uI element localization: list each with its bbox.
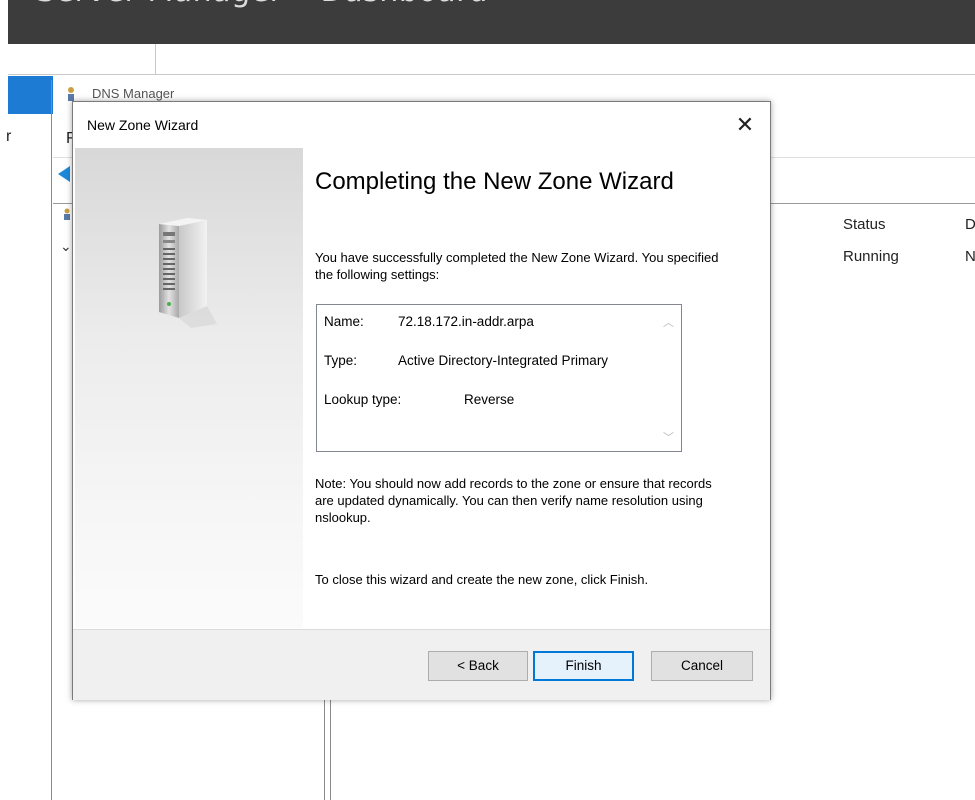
setting-type-row: Type: Active Directory-Integrated Primar… [324, 353, 608, 368]
dialog-title: New Zone Wizard [87, 117, 199, 133]
new-zone-wizard-dialog: New Zone Wizard ✕ Completing the New Zon… [72, 101, 771, 700]
dns-manager-title: DNS Manager [92, 86, 175, 101]
setting-value: 72.18.172.in-addr.arpa [398, 314, 534, 329]
setting-value: Reverse [464, 392, 515, 407]
server-manager-title: Server Manager • Dashboard [36, 0, 488, 9]
back-button[interactable]: < Back [428, 651, 528, 681]
partial-value: N [965, 248, 975, 265]
finish-button[interactable]: Finish [533, 651, 634, 681]
scroll-down-icon[interactable]: ﹀ [663, 429, 674, 445]
server-manager-titlebar: Server Manager • Dashboard [8, 0, 975, 44]
column-header-status[interactable]: Status [843, 216, 886, 233]
server-icon [159, 218, 217, 328]
setting-label: Type: [324, 353, 358, 368]
sidebar-selected-item[interactable] [8, 76, 53, 114]
divider [155, 44, 156, 75]
intro-text: You have successfully completed the New … [315, 250, 719, 282]
setting-label: Lookup type: [324, 392, 402, 407]
page-title: Completing the New Zone Wizard [315, 168, 674, 195]
close-icon[interactable]: ✕ [728, 110, 762, 140]
status-value: Running [843, 248, 899, 265]
cancel-button[interactable]: Cancel [651, 651, 753, 681]
settings-summary-box[interactable]: Name: 72.18.172.in-addr.arpa Type: Activ… [316, 304, 682, 452]
scroll-up-icon[interactable]: ︿ [663, 314, 674, 330]
wizard-side-panel [75, 148, 303, 628]
note-text: Note: You should now add records to the … [315, 476, 712, 525]
divider [8, 74, 975, 75]
dns-tree-icon[interactable] [62, 208, 72, 220]
setting-lookup-row: Lookup type: Reverse [324, 392, 514, 407]
dialog-footer: < Back Finish Cancel [73, 629, 770, 700]
instruction-text: To close this wizard and create the new … [315, 572, 649, 587]
dns-manager-icon [68, 87, 74, 101]
pane-splitter[interactable] [324, 700, 331, 800]
setting-value: Active Directory-Integrated Primary [398, 353, 609, 368]
chevron-down-icon[interactable]: ⌄ [60, 238, 72, 255]
column-header-d[interactable]: D [965, 216, 975, 233]
window-border [51, 80, 52, 800]
sidebar-partial-text: r [6, 128, 12, 145]
setting-label: Name: [324, 314, 364, 329]
back-arrow-icon[interactable] [58, 166, 70, 182]
setting-name-row: Name: 72.18.172.in-addr.arpa [324, 314, 534, 329]
